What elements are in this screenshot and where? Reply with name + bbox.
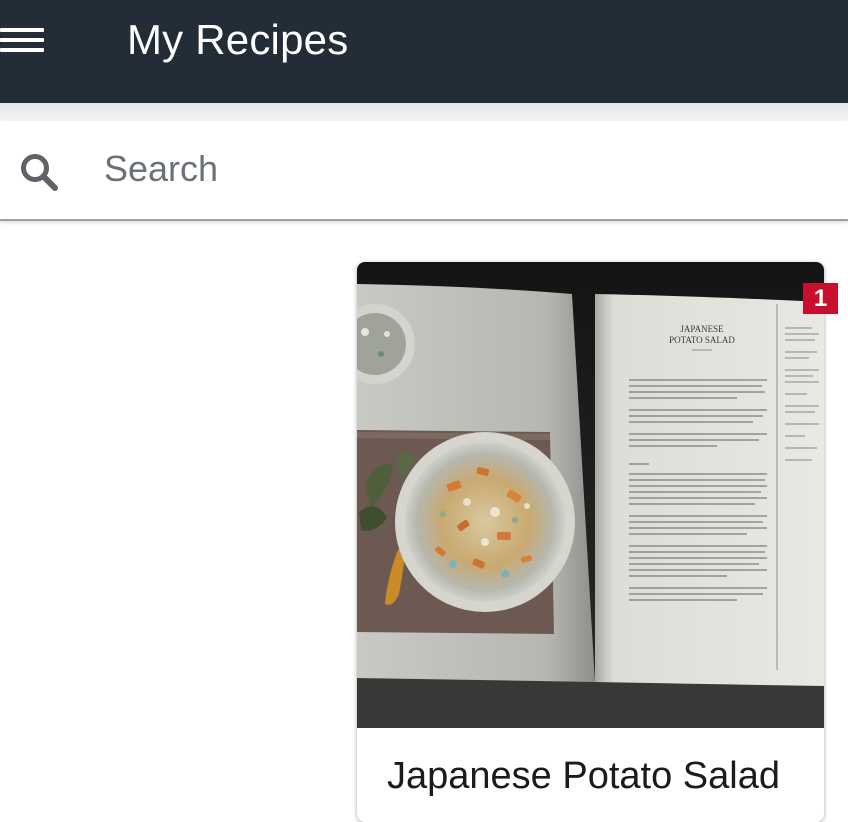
hamburger-menu-icon-bar [0, 48, 44, 52]
hamburger-menu-icon-bar [0, 38, 44, 42]
recipe-title[interactable]: Japanese Potato Salad [387, 754, 780, 798]
page-heading: JAPANESE [680, 324, 724, 334]
header-divider [0, 103, 848, 121]
app-title: My Recipes [127, 16, 349, 63]
search-bar [0, 121, 848, 221]
app-bar: My Recipes [0, 0, 848, 103]
item-number-badge: 1 [803, 283, 838, 314]
svg-text:POTATO SALAD: POTATO SALAD [669, 335, 735, 345]
hamburger-menu-icon [0, 28, 44, 32]
search-input[interactable] [104, 143, 804, 195]
search-icon[interactable] [18, 151, 60, 193]
recipe-image: JAPANESE POTATO SALAD [357, 262, 824, 728]
recipe-card[interactable]: JAPANESE POTATO SALAD Japanese Potato Sa… [357, 262, 824, 822]
menu-button[interactable] [0, 22, 50, 58]
